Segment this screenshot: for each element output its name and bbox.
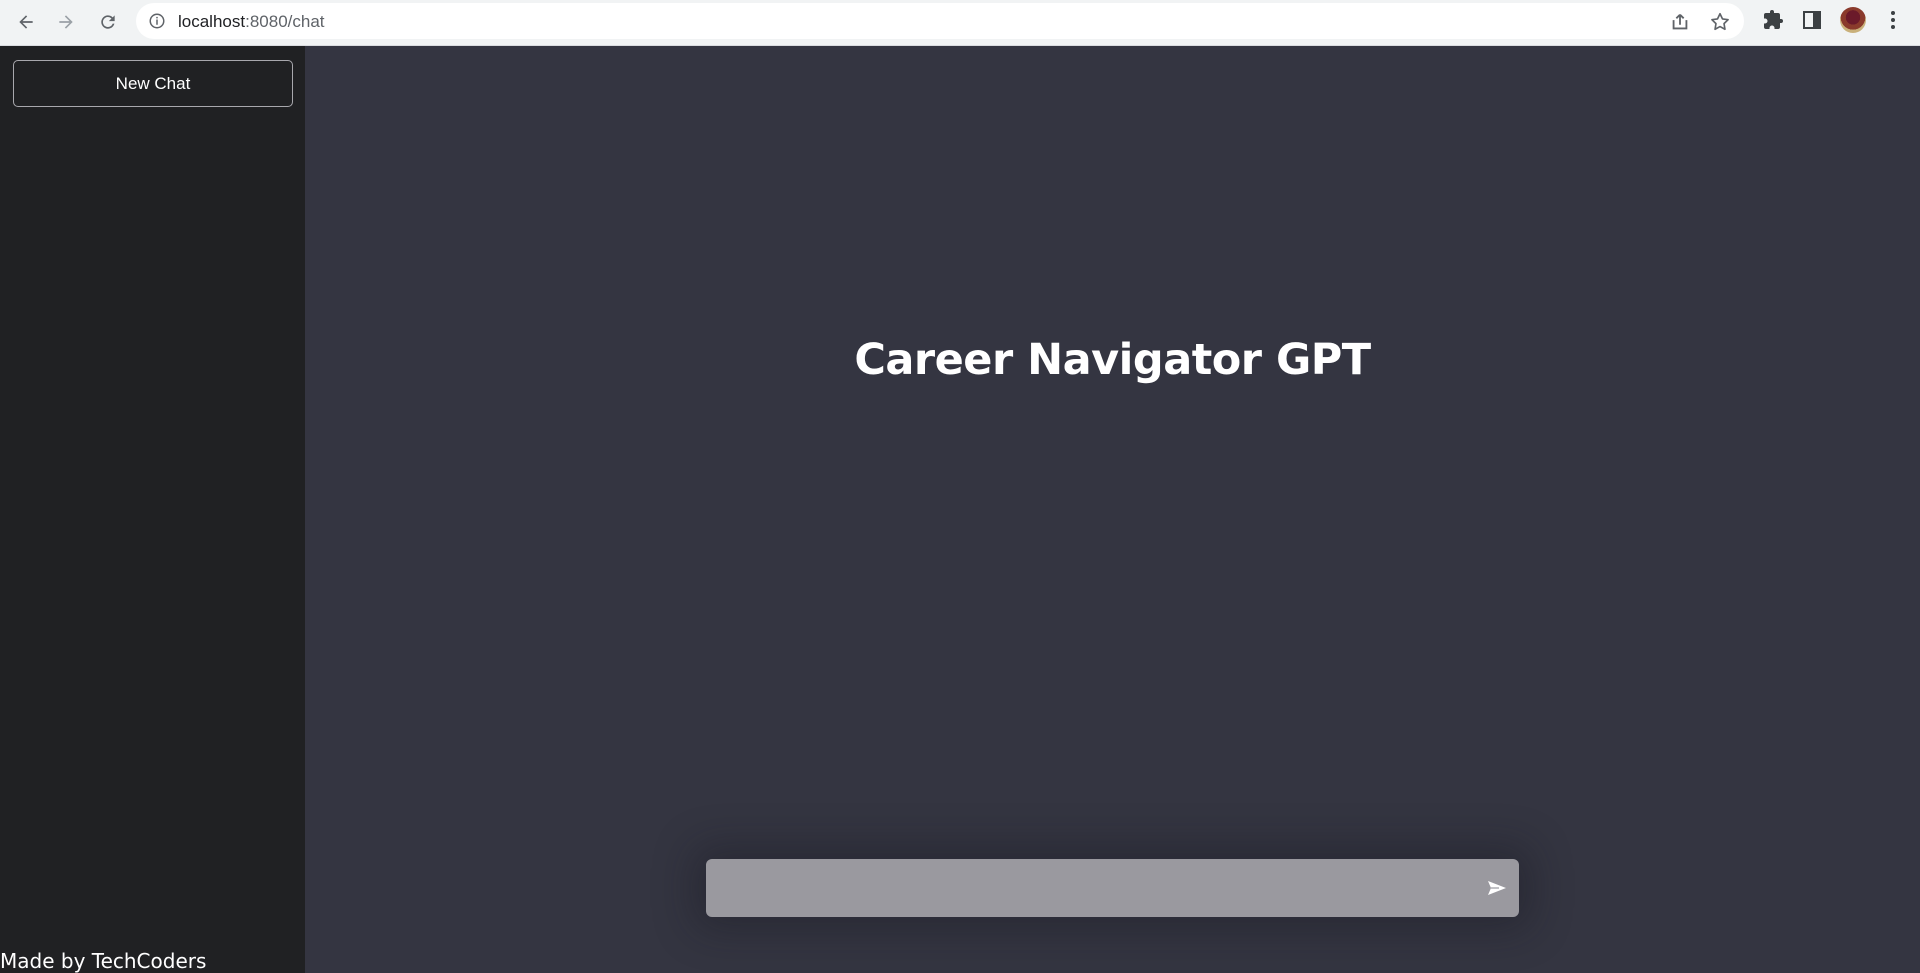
address-bar[interactable]: localhost:8080/chat xyxy=(136,3,1744,39)
share-icon[interactable] xyxy=(1669,11,1691,33)
chat-app: New Chat Made by TechCoders Career Navig… xyxy=(0,46,1920,973)
page-title: Career Navigator GPT xyxy=(854,335,1371,385)
footer-credit: Made by TechCoders xyxy=(0,949,207,973)
send-button[interactable] xyxy=(1485,876,1509,900)
url-text[interactable]: localhost:8080/chat xyxy=(178,12,325,32)
sidepanel-icon[interactable] xyxy=(1800,8,1824,32)
chat-input-container xyxy=(706,859,1519,917)
reload-button[interactable] xyxy=(92,6,124,38)
kebab-menu-icon[interactable] xyxy=(1881,8,1905,32)
browser-toolbar: localhost:8080/chat xyxy=(0,0,1920,46)
forward-button[interactable] xyxy=(50,6,82,38)
sidebar: New Chat Made by TechCoders xyxy=(0,46,305,973)
puzzle-icon[interactable] xyxy=(1761,8,1785,32)
back-button[interactable] xyxy=(10,6,42,38)
url-host: localhost xyxy=(178,12,246,31)
chat-input[interactable] xyxy=(706,859,1476,917)
arrow-right-icon xyxy=(59,15,73,29)
info-icon[interactable] xyxy=(148,12,166,30)
reload-icon xyxy=(101,15,115,29)
profile-avatar[interactable] xyxy=(1840,7,1866,33)
star-icon[interactable] xyxy=(1709,11,1731,33)
url-path: :8080/chat xyxy=(245,12,325,31)
chat-main: Career Navigator GPT xyxy=(305,46,1920,973)
new-chat-button[interactable]: New Chat xyxy=(13,60,293,107)
send-icon xyxy=(1488,881,1506,895)
arrow-left-icon xyxy=(19,15,33,29)
